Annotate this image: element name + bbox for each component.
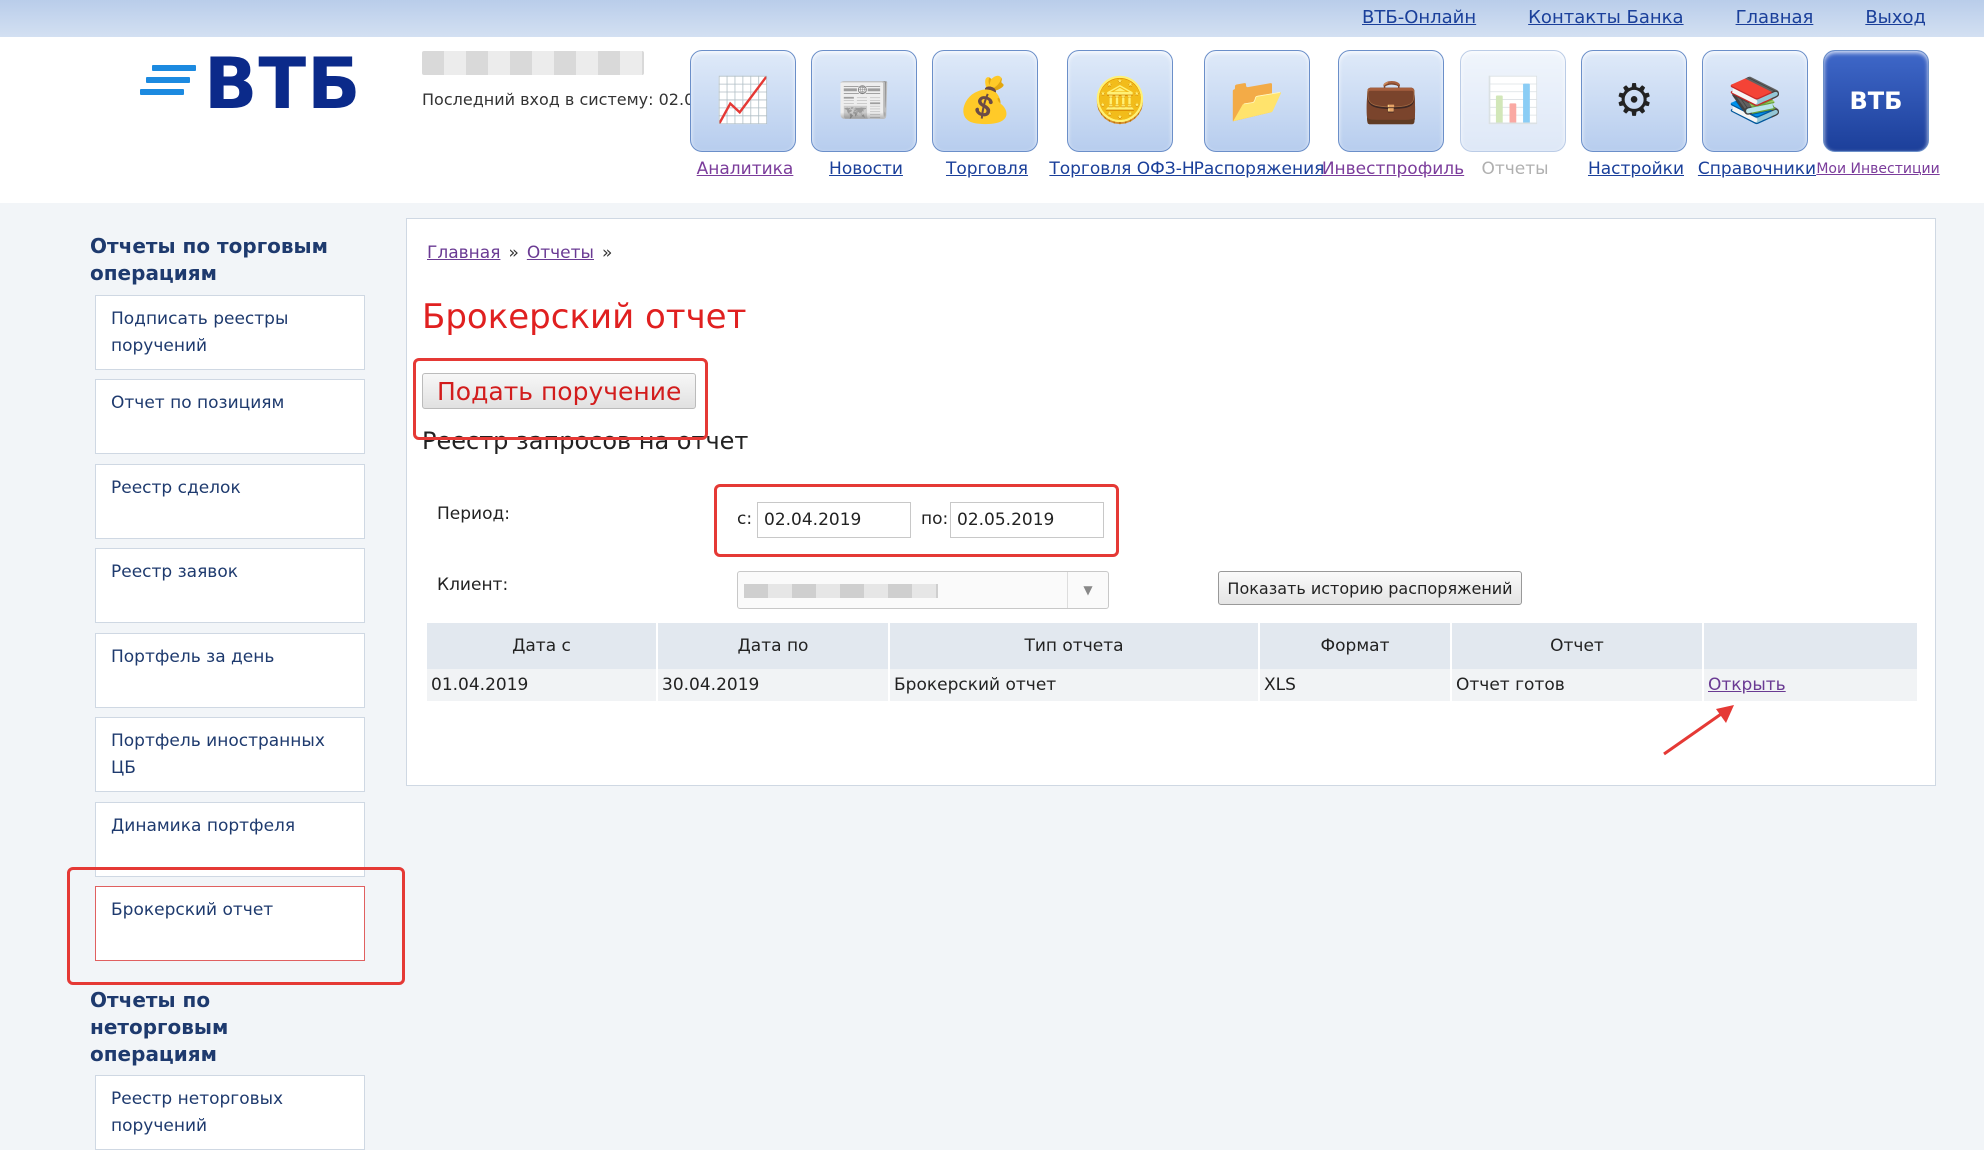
- column-header: Дата по: [658, 623, 888, 669]
- link-vtb-online[interactable]: ВТБ-Онлайн: [1362, 7, 1476, 28]
- sidebar-item-broker-report[interactable]: Брокерский отчет: [95, 886, 365, 961]
- period-label: Период:: [437, 504, 510, 524]
- breadcrumb-reports[interactable]: Отчеты: [527, 243, 594, 263]
- sidebar-heading-trade: Отчеты по торговым операциям: [90, 234, 328, 285]
- page-title: Брокерский отчет: [422, 297, 747, 337]
- my-investments-icon: ВТБ: [1823, 50, 1929, 152]
- user-name-blurred: [422, 51, 644, 75]
- table-cell: Отчет готов: [1452, 669, 1702, 701]
- column-header: Отчет: [1452, 623, 1702, 669]
- column-header: [1704, 623, 1917, 669]
- sidebar-item-bids[interactable]: Реестр заявок: [95, 548, 365, 623]
- breadcrumb: Главная » Отчеты »: [427, 243, 620, 263]
- last-login-text: Последний вход в систему: 02.05.2: [422, 90, 692, 109]
- header: ВТБ Последний вход в систему: 02.05.2 📈 …: [0, 37, 1984, 203]
- column-header: Формат: [1260, 623, 1450, 669]
- table-header-row: Дата с Дата по Тип отчета Формат Отчет: [427, 623, 1917, 669]
- reports-icon: 📊: [1460, 50, 1566, 152]
- settings-icon: ⚙: [1581, 50, 1687, 152]
- date-from-input[interactable]: [757, 502, 911, 538]
- client-label: Клиент:: [437, 575, 509, 595]
- column-header: Дата с: [427, 623, 656, 669]
- table-cell: Открыть: [1704, 669, 1917, 701]
- sidebar-item-sign-registers[interactable]: Подписать реестры поручений: [95, 295, 365, 370]
- logo-text: ВТБ: [204, 43, 362, 125]
- reference-icon: 📚: [1702, 50, 1808, 152]
- sidebar-item-foreign-portfolio[interactable]: Портфель иностранных ЦБ: [95, 717, 365, 792]
- sidebar-item-positions[interactable]: Отчет по позициям: [95, 379, 365, 454]
- tile-label[interactable]: Торговля ОФЗ-Н: [1047, 159, 1197, 179]
- chevron-down-icon[interactable]: ▼: [1067, 572, 1108, 608]
- date-to-label: по:: [921, 509, 949, 529]
- breadcrumb-separator: »: [601, 243, 613, 263]
- sidebar-item-deals[interactable]: Реестр сделок: [95, 464, 365, 539]
- trading-icon: 💰: [932, 50, 1038, 152]
- section-title: Реестр запросов на отчет: [422, 427, 749, 455]
- table-cell: XLS: [1260, 669, 1450, 701]
- callout-arrow-icon: [1663, 705, 1734, 756]
- logo-bars-icon: [140, 63, 200, 103]
- date-from-label: с:: [737, 509, 753, 529]
- table-cell: Брокерский отчет: [890, 669, 1258, 701]
- link-logout[interactable]: Выход: [1865, 7, 1926, 28]
- investprofile-icon: 💼: [1338, 50, 1444, 152]
- link-bank-contacts[interactable]: Контакты Банка: [1528, 7, 1683, 28]
- submit-order-button[interactable]: Подать поручение: [422, 373, 697, 409]
- sidebar-heading-nontrade: Отчеты по неторговым операциям: [90, 988, 229, 1066]
- table-cell: 30.04.2019: [658, 669, 888, 701]
- tile-label[interactable]: Мои Инвестиции: [1803, 161, 1953, 177]
- orders-icon: 📂: [1204, 50, 1310, 152]
- top-links: ВТБ-Онлайн Контакты Банка Главная Выход: [1362, 7, 1926, 28]
- vtb-logo[interactable]: ВТБ: [140, 49, 360, 135]
- tile-label[interactable]: Распоряжения: [1184, 159, 1334, 179]
- client-value-blurred: [744, 584, 938, 598]
- tile-label[interactable]: Торговля: [912, 159, 1062, 179]
- report-requests-table: Дата с Дата по Тип отчета Формат Отчет 0…: [425, 623, 1919, 701]
- date-to-input[interactable]: [950, 502, 1104, 538]
- show-history-button[interactable]: Показать историю распоряжений: [1218, 571, 1522, 605]
- breadcrumb-separator: »: [508, 243, 519, 263]
- client-select[interactable]: ▼: [737, 571, 1109, 609]
- news-icon: 📰: [811, 50, 917, 152]
- sidebar-item-nontrade-registry[interactable]: Реестр неторговых поручений: [95, 1075, 365, 1150]
- open-report-link[interactable]: Открыть: [1708, 675, 1786, 695]
- link-home[interactable]: Главная: [1736, 7, 1814, 28]
- table-row: 01.04.2019 30.04.2019 Брокерский отчет X…: [427, 669, 1917, 701]
- analytics-icon: 📈: [690, 50, 796, 152]
- column-header: Тип отчета: [890, 623, 1258, 669]
- sidebar-item-portfolio-dynamics[interactable]: Динамика портфеля: [95, 802, 365, 877]
- sidebar-item-day-portfolio[interactable]: Портфель за день: [95, 633, 365, 708]
- table-cell: 01.04.2019: [427, 669, 656, 701]
- ofz-trading-icon: 🪙: [1067, 50, 1173, 152]
- top-strip: ВТБ-Онлайн Контакты Банка Главная Выход: [0, 0, 1984, 37]
- breadcrumb-home[interactable]: Главная: [427, 243, 500, 263]
